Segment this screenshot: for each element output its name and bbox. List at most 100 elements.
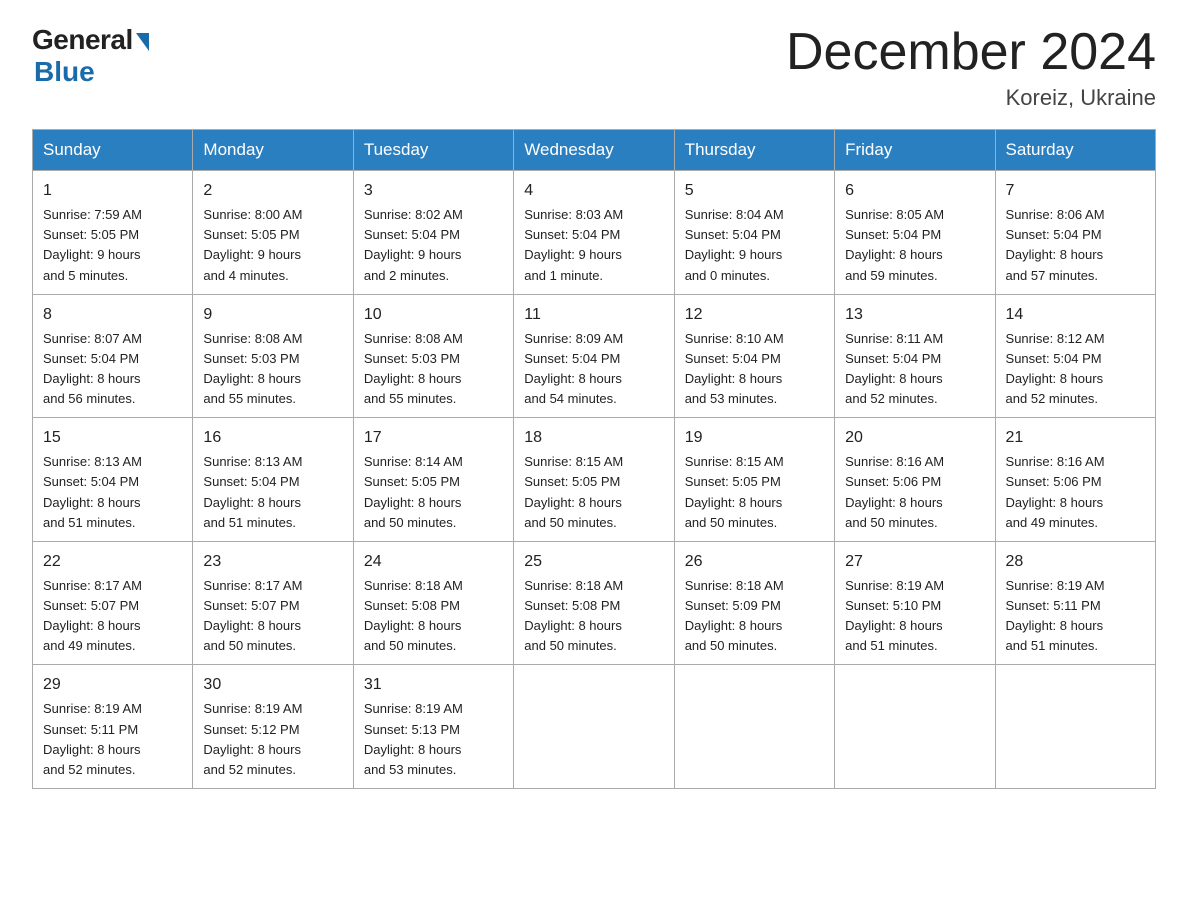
day-number: 8 [43, 303, 182, 327]
day-number: 15 [43, 426, 182, 450]
calendar-cell: 7Sunrise: 8:06 AMSunset: 5:04 PMDaylight… [995, 171, 1155, 295]
calendar-cell: 17Sunrise: 8:14 AMSunset: 5:05 PMDayligh… [353, 418, 513, 542]
day-number: 17 [364, 426, 503, 450]
calendar-week-row: 22Sunrise: 8:17 AMSunset: 5:07 PMDayligh… [33, 541, 1156, 665]
weekday-header-sunday: Sunday [33, 130, 193, 171]
day-number: 10 [364, 303, 503, 327]
day-info: Sunrise: 8:19 AMSunset: 5:12 PMDaylight:… [203, 699, 342, 780]
day-info: Sunrise: 8:18 AMSunset: 5:08 PMDaylight:… [524, 576, 663, 657]
logo: General Blue [32, 24, 149, 88]
day-number: 30 [203, 673, 342, 697]
calendar-cell: 16Sunrise: 8:13 AMSunset: 5:04 PMDayligh… [193, 418, 353, 542]
calendar-cell [835, 665, 995, 789]
calendar-cell: 20Sunrise: 8:16 AMSunset: 5:06 PMDayligh… [835, 418, 995, 542]
calendar-week-row: 29Sunrise: 8:19 AMSunset: 5:11 PMDayligh… [33, 665, 1156, 789]
day-info: Sunrise: 8:16 AMSunset: 5:06 PMDaylight:… [845, 452, 984, 533]
day-number: 21 [1006, 426, 1145, 450]
day-number: 3 [364, 179, 503, 203]
calendar-cell: 29Sunrise: 8:19 AMSunset: 5:11 PMDayligh… [33, 665, 193, 789]
day-number: 25 [524, 550, 663, 574]
day-number: 13 [845, 303, 984, 327]
day-number: 14 [1006, 303, 1145, 327]
day-info: Sunrise: 8:03 AMSunset: 5:04 PMDaylight:… [524, 205, 663, 286]
calendar-cell: 26Sunrise: 8:18 AMSunset: 5:09 PMDayligh… [674, 541, 834, 665]
day-info: Sunrise: 8:11 AMSunset: 5:04 PMDaylight:… [845, 329, 984, 410]
day-info: Sunrise: 8:19 AMSunset: 5:13 PMDaylight:… [364, 699, 503, 780]
day-number: 22 [43, 550, 182, 574]
weekday-header-friday: Friday [835, 130, 995, 171]
day-info: Sunrise: 8:19 AMSunset: 5:10 PMDaylight:… [845, 576, 984, 657]
day-number: 5 [685, 179, 824, 203]
day-number: 11 [524, 303, 663, 327]
calendar-cell: 2Sunrise: 8:00 AMSunset: 5:05 PMDaylight… [193, 171, 353, 295]
day-number: 28 [1006, 550, 1145, 574]
calendar-header-row: SundayMondayTuesdayWednesdayThursdayFrid… [33, 130, 1156, 171]
month-title: December 2024 [786, 24, 1156, 81]
day-info: Sunrise: 8:09 AMSunset: 5:04 PMDaylight:… [524, 329, 663, 410]
calendar-cell: 13Sunrise: 8:11 AMSunset: 5:04 PMDayligh… [835, 294, 995, 418]
day-number: 12 [685, 303, 824, 327]
day-number: 27 [845, 550, 984, 574]
day-info: Sunrise: 8:13 AMSunset: 5:04 PMDaylight:… [203, 452, 342, 533]
title-section: December 2024 Koreiz, Ukraine [786, 24, 1156, 111]
calendar-cell: 5Sunrise: 8:04 AMSunset: 5:04 PMDaylight… [674, 171, 834, 295]
weekday-header-saturday: Saturday [995, 130, 1155, 171]
calendar-cell: 28Sunrise: 8:19 AMSunset: 5:11 PMDayligh… [995, 541, 1155, 665]
calendar-cell: 19Sunrise: 8:15 AMSunset: 5:05 PMDayligh… [674, 418, 834, 542]
logo-arrow-icon [136, 33, 149, 51]
day-number: 18 [524, 426, 663, 450]
day-number: 23 [203, 550, 342, 574]
day-info: Sunrise: 8:19 AMSunset: 5:11 PMDaylight:… [43, 699, 182, 780]
day-info: Sunrise: 8:05 AMSunset: 5:04 PMDaylight:… [845, 205, 984, 286]
day-info: Sunrise: 8:00 AMSunset: 5:05 PMDaylight:… [203, 205, 342, 286]
day-number: 1 [43, 179, 182, 203]
calendar-week-row: 8Sunrise: 8:07 AMSunset: 5:04 PMDaylight… [33, 294, 1156, 418]
logo-general-text: General [32, 24, 133, 56]
calendar-cell: 1Sunrise: 7:59 AMSunset: 5:05 PMDaylight… [33, 171, 193, 295]
day-info: Sunrise: 8:15 AMSunset: 5:05 PMDaylight:… [685, 452, 824, 533]
day-info: Sunrise: 8:14 AMSunset: 5:05 PMDaylight:… [364, 452, 503, 533]
day-info: Sunrise: 8:08 AMSunset: 5:03 PMDaylight:… [364, 329, 503, 410]
page-header: General Blue December 2024 Koreiz, Ukrai… [32, 24, 1156, 111]
day-info: Sunrise: 8:18 AMSunset: 5:08 PMDaylight:… [364, 576, 503, 657]
day-number: 29 [43, 673, 182, 697]
day-info: Sunrise: 8:08 AMSunset: 5:03 PMDaylight:… [203, 329, 342, 410]
day-number: 2 [203, 179, 342, 203]
day-info: Sunrise: 8:02 AMSunset: 5:04 PMDaylight:… [364, 205, 503, 286]
day-number: 4 [524, 179, 663, 203]
calendar-cell: 14Sunrise: 8:12 AMSunset: 5:04 PMDayligh… [995, 294, 1155, 418]
calendar-table: SundayMondayTuesdayWednesdayThursdayFrid… [32, 129, 1156, 789]
calendar-cell: 25Sunrise: 8:18 AMSunset: 5:08 PMDayligh… [514, 541, 674, 665]
day-info: Sunrise: 8:17 AMSunset: 5:07 PMDaylight:… [43, 576, 182, 657]
calendar-week-row: 1Sunrise: 7:59 AMSunset: 5:05 PMDaylight… [33, 171, 1156, 295]
day-info: Sunrise: 8:12 AMSunset: 5:04 PMDaylight:… [1006, 329, 1145, 410]
day-info: Sunrise: 8:19 AMSunset: 5:11 PMDaylight:… [1006, 576, 1145, 657]
calendar-cell: 24Sunrise: 8:18 AMSunset: 5:08 PMDayligh… [353, 541, 513, 665]
day-info: Sunrise: 7:59 AMSunset: 5:05 PMDaylight:… [43, 205, 182, 286]
day-number: 26 [685, 550, 824, 574]
calendar-cell: 9Sunrise: 8:08 AMSunset: 5:03 PMDaylight… [193, 294, 353, 418]
day-info: Sunrise: 8:18 AMSunset: 5:09 PMDaylight:… [685, 576, 824, 657]
day-number: 24 [364, 550, 503, 574]
calendar-cell: 18Sunrise: 8:15 AMSunset: 5:05 PMDayligh… [514, 418, 674, 542]
day-info: Sunrise: 8:06 AMSunset: 5:04 PMDaylight:… [1006, 205, 1145, 286]
calendar-cell [995, 665, 1155, 789]
calendar-cell: 31Sunrise: 8:19 AMSunset: 5:13 PMDayligh… [353, 665, 513, 789]
calendar-cell [514, 665, 674, 789]
day-number: 9 [203, 303, 342, 327]
day-info: Sunrise: 8:04 AMSunset: 5:04 PMDaylight:… [685, 205, 824, 286]
calendar-cell: 15Sunrise: 8:13 AMSunset: 5:04 PMDayligh… [33, 418, 193, 542]
calendar-cell: 11Sunrise: 8:09 AMSunset: 5:04 PMDayligh… [514, 294, 674, 418]
calendar-cell: 10Sunrise: 8:08 AMSunset: 5:03 PMDayligh… [353, 294, 513, 418]
calendar-cell: 27Sunrise: 8:19 AMSunset: 5:10 PMDayligh… [835, 541, 995, 665]
weekday-header-thursday: Thursday [674, 130, 834, 171]
day-info: Sunrise: 8:15 AMSunset: 5:05 PMDaylight:… [524, 452, 663, 533]
calendar-cell: 22Sunrise: 8:17 AMSunset: 5:07 PMDayligh… [33, 541, 193, 665]
calendar-cell: 30Sunrise: 8:19 AMSunset: 5:12 PMDayligh… [193, 665, 353, 789]
calendar-cell: 3Sunrise: 8:02 AMSunset: 5:04 PMDaylight… [353, 171, 513, 295]
day-number: 6 [845, 179, 984, 203]
weekday-header-wednesday: Wednesday [514, 130, 674, 171]
weekday-header-monday: Monday [193, 130, 353, 171]
calendar-cell: 23Sunrise: 8:17 AMSunset: 5:07 PMDayligh… [193, 541, 353, 665]
day-info: Sunrise: 8:07 AMSunset: 5:04 PMDaylight:… [43, 329, 182, 410]
